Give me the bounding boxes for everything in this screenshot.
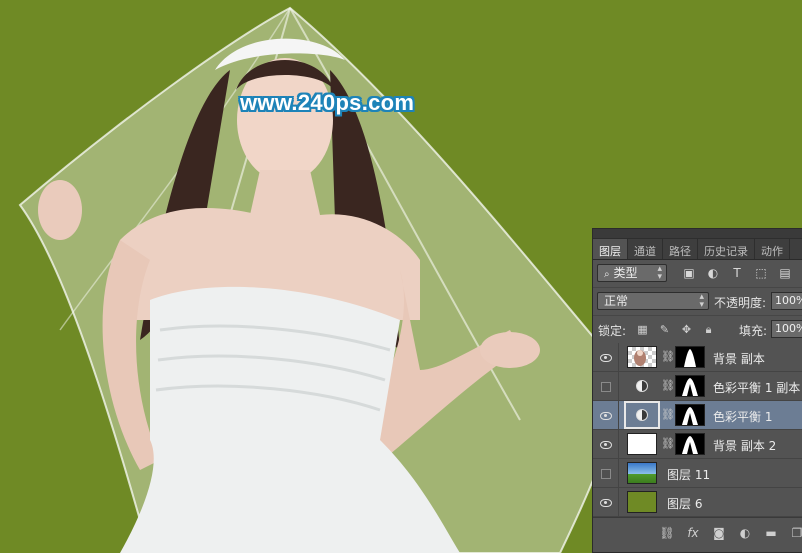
lock-fill-row: 锁定: ▦ ✎ ✥ 🔒︎ 填充: 100% xyxy=(593,316,802,344)
blend-mode-select[interactable]: 正常 ▴ ▾ xyxy=(597,292,709,310)
footer-icons: ⛓︎ fx ◙ ◐ ▬ ❐ xyxy=(659,526,802,540)
tab-channels[interactable]: 通道 xyxy=(628,239,663,259)
text-filter-icon[interactable]: T xyxy=(729,265,745,281)
filter-row: ⌕ 类型 ▴ ▾ ▣ ◐ T ⬚ ▤ xyxy=(593,260,802,288)
lock-icons: ▦ ✎ ✥ 🔒︎ xyxy=(635,322,716,337)
layer-row-selected[interactable]: ⛓︎ 色彩平衡 1 xyxy=(593,401,802,430)
layer-mask-thumbnail[interactable] xyxy=(675,404,705,426)
layer-thumbnail xyxy=(627,462,657,484)
filter-type-value: 类型 xyxy=(613,266,638,280)
link-icon[interactable]: ⛓︎ xyxy=(659,526,675,540)
filter-icons: ▣ ◐ T ⬚ ▤ xyxy=(681,265,793,281)
link-chain-icon[interactable]: ⛓︎ xyxy=(661,437,675,450)
tab-history[interactable]: 历史记录 xyxy=(698,239,755,259)
adjustment-filter-icon[interactable]: ◐ xyxy=(705,265,721,281)
visibility-toggle[interactable] xyxy=(593,459,619,488)
image-filter-icon[interactable]: ▣ xyxy=(681,265,697,281)
layer-name: 色彩平衡 1 副本 xyxy=(713,381,801,395)
layer-thumbnail xyxy=(627,491,657,513)
layer-mask-thumbnail[interactable] xyxy=(675,375,705,397)
tab-layers[interactable]: 图层 xyxy=(593,239,628,259)
blend-mode-value: 正常 xyxy=(604,294,629,308)
adjustment-layer-icon xyxy=(636,409,648,421)
fill-label: 填充: xyxy=(739,324,768,338)
layer-row[interactable]: ⛓︎ 色彩平衡 1 副本 xyxy=(593,372,802,401)
layer-thumbnail xyxy=(627,433,657,455)
visibility-toggle[interactable] xyxy=(593,401,619,430)
layer-name: 图层 11 xyxy=(667,468,711,482)
panel-drag-bar[interactable] xyxy=(593,229,802,239)
adjustment-layer-icon xyxy=(636,380,648,392)
layer-row[interactable]: 图层 6 xyxy=(593,488,802,517)
layer-name: 色彩平衡 1 xyxy=(713,410,773,424)
panel-footer: ⛓︎ fx ◙ ◐ ▬ ❐ xyxy=(593,517,802,552)
link-chain-icon[interactable]: ⛓︎ xyxy=(661,408,675,421)
new-layer-icon[interactable]: ❐ xyxy=(789,526,802,540)
lock-transparent-icon[interactable]: ▦ xyxy=(635,322,650,337)
search-icon: ⌕ xyxy=(604,269,610,280)
layer-row[interactable]: 图层 11 xyxy=(593,459,802,488)
eye-icon xyxy=(599,353,612,362)
fill-input[interactable]: 100% xyxy=(771,320,802,338)
layer-mask-thumbnail[interactable] xyxy=(675,433,705,455)
link-chain-icon[interactable]: ⛓︎ xyxy=(661,350,675,363)
hidden-box-icon xyxy=(600,468,611,479)
blend-opacity-row: 正常 ▴▾ 不透明度: 100% xyxy=(593,288,802,316)
tab-actions[interactable]: 动作 xyxy=(755,239,790,259)
visibility-toggle[interactable] xyxy=(593,372,619,401)
shape-filter-icon[interactable]: ⬚ xyxy=(753,265,769,281)
watermark-text: www.240ps.com xyxy=(240,90,415,115)
lock-all-icon[interactable]: 🔒︎ xyxy=(701,322,716,337)
layer-thumbnail xyxy=(627,346,657,368)
updown-arrows-icon: ▴ ▾ xyxy=(657,264,662,282)
eye-icon xyxy=(599,440,612,449)
folder-icon[interactable]: ▬ xyxy=(763,526,779,540)
opacity-input[interactable]: 100% xyxy=(771,292,802,310)
layer-filter-select[interactable]: ⌕ 类型 ▴ ▾ xyxy=(597,264,667,282)
layers-panel: 图层 通道 路径 历史记录 动作 ⌕ 类型 ▴ ▾ ▣ ◐ T ⬚ ▤ 正常 ▴ ▾… xyxy=(592,228,802,553)
layer-name: 背景 副本 2 xyxy=(713,439,777,453)
smart-object-filter-icon[interactable]: ▤ xyxy=(777,265,793,281)
layer-mask-thumbnail[interactable] xyxy=(675,346,705,368)
visibility-toggle[interactable] xyxy=(593,488,619,517)
hidden-box-icon xyxy=(600,381,611,392)
layer-row[interactable]: ⛓︎ 背景 副本 2 xyxy=(593,430,802,459)
layer-row[interactable]: ⛓︎ 背景 副本 xyxy=(593,343,802,372)
updown-arrows-icon: ▴ ▾ xyxy=(699,292,704,310)
opacity-label: 不透明度: xyxy=(714,296,767,310)
lock-position-icon[interactable]: ✥ xyxy=(679,322,694,337)
mask-icon[interactable]: ◙ xyxy=(711,526,727,540)
layer-list: ⛓︎ 背景 副本 ⛓︎ 色彩平衡 1 副本 ⛓︎ 色彩平衡 1 ⛓︎ 背景 副本… xyxy=(593,343,802,517)
tab-paths[interactable]: 路径 xyxy=(663,239,698,259)
visibility-toggle[interactable] xyxy=(593,430,619,459)
lock-pixels-icon[interactable]: ✎ xyxy=(657,322,672,337)
eye-icon xyxy=(599,411,612,420)
fx-icon[interactable]: fx xyxy=(685,526,701,540)
lock-label: 锁定: xyxy=(598,324,627,338)
visibility-toggle[interactable] xyxy=(593,343,619,372)
layer-name: 背景 副本 xyxy=(713,352,765,366)
adjustment-icon[interactable]: ◐ xyxy=(737,526,753,540)
eye-icon xyxy=(599,498,612,507)
link-chain-icon[interactable]: ⛓︎ xyxy=(661,379,675,392)
adjustment-thumbnail[interactable] xyxy=(624,401,660,429)
panel-tabs: 图层 通道 路径 历史记录 动作 xyxy=(593,239,802,260)
layer-name: 图层 6 xyxy=(667,497,703,511)
